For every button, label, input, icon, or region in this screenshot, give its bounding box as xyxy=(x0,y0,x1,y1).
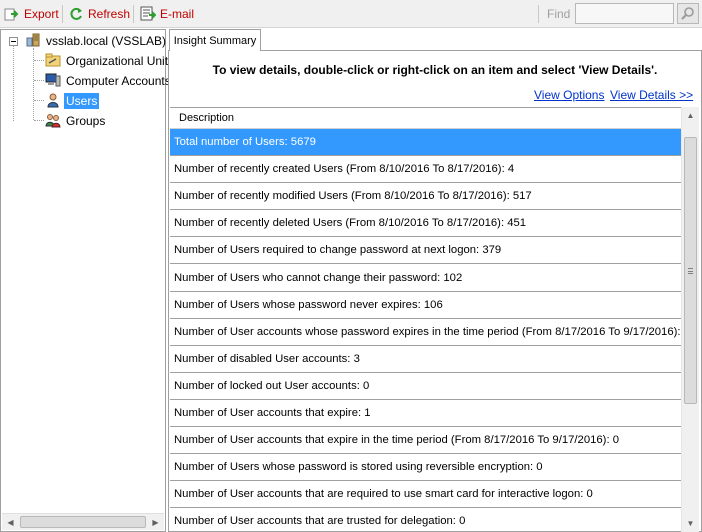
table-row[interactable]: Number of recently modified Users (From … xyxy=(170,183,681,211)
refresh-button[interactable]: Refresh xyxy=(68,4,130,24)
group-icon xyxy=(45,112,61,131)
row-text: Number of Users who cannot change their … xyxy=(174,271,463,284)
find-button[interactable] xyxy=(677,3,699,24)
table-row[interactable]: Number of recently created Users (From 8… xyxy=(170,156,681,184)
tree-root[interactable]: vsslab.local (VSSLAB) xyxy=(25,32,168,50)
table-row[interactable]: Number of User accounts whose password e… xyxy=(170,319,681,346)
grid-vertical-scrollbar[interactable]: ▲ ▼ xyxy=(681,107,699,532)
email-icon xyxy=(140,6,157,22)
email-button[interactable]: E-mail xyxy=(140,4,194,24)
tree-root-label: vsslab.local (VSSLAB) xyxy=(46,34,167,48)
tree-item-label: Groups xyxy=(66,114,106,128)
table-row[interactable]: Number of User accounts that are require… xyxy=(170,481,681,509)
table-row[interactable]: Number of User accounts that expire in t… xyxy=(170,427,681,455)
scroll-thumb[interactable] xyxy=(20,516,146,528)
tree-pane: vsslab.local (VSSLAB) Organizational Uni… xyxy=(0,29,174,532)
scroll-down-icon[interactable]: ▼ xyxy=(682,515,699,532)
tree-item-organizational-units[interactable]: Organizational Units xyxy=(45,52,176,70)
export-label: Export xyxy=(24,7,59,21)
tree-line xyxy=(13,46,14,121)
instruction-text: To view details, double-click or right-c… xyxy=(212,63,658,77)
ou-folder-icon xyxy=(45,52,61,71)
tree-collapse-toggle[interactable] xyxy=(9,37,18,46)
scroll-up-icon[interactable]: ▲ xyxy=(682,107,699,124)
row-text: Number of Users whose password never exp… xyxy=(174,298,443,311)
tab-label: Insight Summary xyxy=(173,34,257,47)
scroll-right-icon[interactable]: ▶ xyxy=(147,514,164,530)
grip-icon xyxy=(688,268,693,274)
export-icon xyxy=(4,6,20,22)
tree-horizontal-scrollbar[interactable]: ◀ ▶ xyxy=(2,513,164,530)
toolbar: Export Refresh E-mail Find xyxy=(0,0,702,28)
row-text: Number of disabled User accounts: 3 xyxy=(174,352,360,365)
row-text: Number of User accounts that are trusted… xyxy=(174,515,466,528)
refresh-label: Refresh xyxy=(88,7,131,21)
tree-item-groups[interactable]: Groups xyxy=(45,112,107,130)
row-text: Number of User accounts that are require… xyxy=(174,488,593,501)
table-row[interactable]: Number of recently deleted Users (From 8… xyxy=(170,210,681,238)
table-row[interactable]: Number of Users required to change passw… xyxy=(170,237,681,265)
computer-icon xyxy=(45,72,61,91)
table-row[interactable]: Number of User accounts that expire: 1 xyxy=(170,400,681,428)
summary-grid: Description Total number of Users: 5679 … xyxy=(170,107,681,532)
toolbar-separator xyxy=(62,5,63,23)
row-text: Number of recently deleted Users (From 8… xyxy=(174,217,527,230)
tree-item-users[interactable]: Users xyxy=(45,92,100,111)
tree-item-label: Computer Accounts xyxy=(66,74,171,88)
scroll-thumb[interactable] xyxy=(684,137,697,404)
email-label: E-mail xyxy=(160,7,195,21)
scroll-left-icon[interactable]: ◀ xyxy=(2,514,19,530)
user-icon xyxy=(45,92,61,111)
table-row[interactable]: Number of Users who cannot change their … xyxy=(170,264,681,292)
table-row[interactable]: Number of Users whose password is stored… xyxy=(170,454,681,482)
row-text: Number of Users required to change passw… xyxy=(174,244,502,257)
find-label: Find xyxy=(547,7,571,21)
tree-line xyxy=(34,120,44,121)
table-row[interactable]: Number of locked out User accounts: 0 xyxy=(170,373,681,400)
tree-line xyxy=(34,80,44,81)
table-row[interactable]: Number of User accounts that are trusted… xyxy=(170,508,681,532)
tree-item-label: Organizational Units xyxy=(66,54,175,68)
find-input[interactable] xyxy=(575,3,674,24)
domain-icon xyxy=(25,32,41,51)
toolbar-separator xyxy=(538,5,539,23)
view-options-link[interactable]: View Options xyxy=(534,88,604,102)
column-header-label: Description xyxy=(179,112,235,124)
row-text: Number of User accounts that expire: 1 xyxy=(174,406,371,419)
view-details-link[interactable]: View Details >> xyxy=(610,88,693,102)
tree-line xyxy=(34,60,44,61)
row-text: Number of User accounts whose password e… xyxy=(174,325,681,338)
tree-line xyxy=(34,100,44,101)
tree-item-label: Users xyxy=(64,93,100,109)
row-text: Number of locked out User accounts: 0 xyxy=(174,379,370,392)
toolbar-separator xyxy=(133,5,134,23)
table-row[interactable]: Total number of Users: 5679 xyxy=(170,129,681,157)
tree-line xyxy=(33,48,34,120)
refresh-icon xyxy=(68,6,84,22)
row-text: Total number of Users: 5679 xyxy=(174,136,316,149)
tab-insight-summary[interactable]: Insight Summary xyxy=(169,29,261,51)
export-button[interactable]: Export xyxy=(4,4,59,24)
column-header-description[interactable]: Description xyxy=(170,108,681,129)
search-icon xyxy=(681,7,694,20)
tree-item-computer-accounts[interactable]: Computer Accounts xyxy=(45,72,173,90)
table-row[interactable]: Number of disabled User accounts: 3 xyxy=(170,346,681,373)
row-text: Number of User accounts that expire in t… xyxy=(174,434,620,447)
table-row[interactable]: Number of Users whose password never exp… xyxy=(170,292,681,319)
row-text: Number of recently created Users (From 8… xyxy=(174,163,515,176)
insight-summary-panel: To view details, double-click or right-c… xyxy=(168,50,702,532)
row-text: Number of recently modified Users (From … xyxy=(174,190,532,203)
row-text: Number of Users whose password is stored… xyxy=(174,461,543,474)
